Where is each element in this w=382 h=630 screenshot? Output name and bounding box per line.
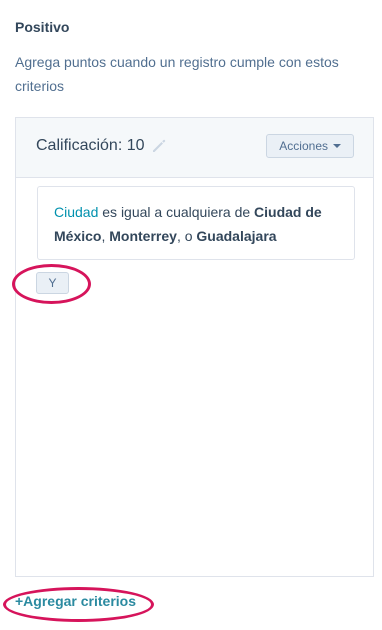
actions-label: Acciones [279,139,328,153]
section-title: Positivo [15,19,70,35]
scoring-panel: Positivo Agrega puntos cuando un registr… [0,0,382,630]
score-label-group: Calificación: 10 [36,137,167,155]
actions-dropdown-button[interactable]: Acciones [266,134,354,158]
score-label: Calificación: 10 [36,137,145,154]
add-criteria-link[interactable]: +Agregar criterios [15,593,136,609]
criteria-box[interactable]: Ciudad es igual a cualquiera de Ciudad d… [37,186,355,260]
criteria-separator: , o [176,228,197,244]
criteria-property[interactable]: Ciudad [54,204,98,220]
and-button[interactable]: Y [36,272,69,294]
criteria-operator: es igual a cualquiera de [98,204,255,220]
pencil-icon[interactable] [151,138,167,154]
section-description: Agrega puntos cuando un registro cumple … [15,54,339,94]
criteria-value: Monterrey [109,228,177,244]
rule-card-header: Calificación: 10 Acciones [16,118,373,178]
criteria-value: Guadalajara [196,228,277,244]
caret-down-icon [333,144,341,148]
rule-card: Calificación: 10 Acciones Ciudad es igua… [15,117,374,577]
